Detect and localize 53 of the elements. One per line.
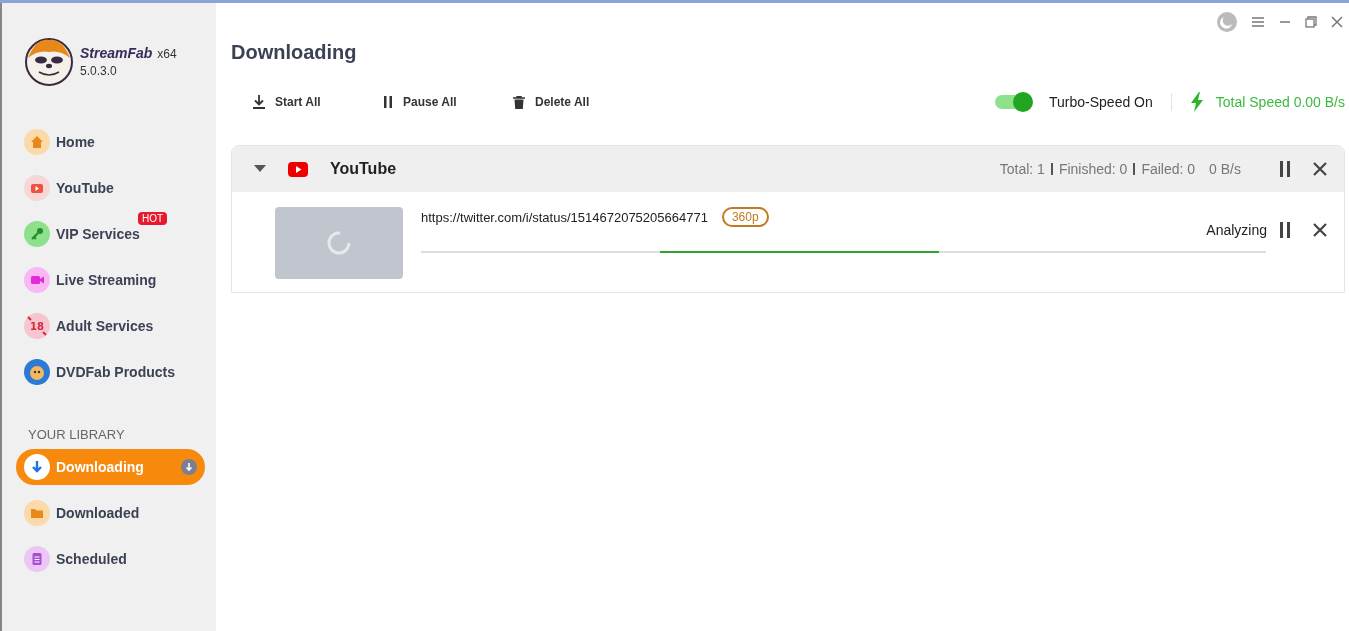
pause-icon [383,96,393,108]
group-speed: 0 B/s [1209,161,1241,177]
close-icon[interactable] [1313,162,1327,176]
house-icon [24,129,50,155]
nav-item[interactable]: DVDFab Products [16,359,205,385]
close-icon[interactable] [1313,223,1327,237]
group-stat: Failed: 0 [1141,161,1196,177]
hot-badge: HOT [138,212,168,225]
toolbar-button[interactable]: Delete All [513,95,643,109]
menu-icon[interactable] [1251,16,1265,28]
play-icon [24,175,50,201]
mascot-icon [24,359,50,385]
lightning-icon [1189,92,1204,112]
video-camera-icon [24,267,50,293]
app-name: StreamFab [80,44,153,61]
download-icon [24,454,50,480]
library-item[interactable]: Scheduled [16,546,205,572]
trash-icon [513,95,525,109]
app-edition: x64 [157,46,177,61]
crossed-18-icon: 18 [24,313,50,339]
item-status: Analyzing [1206,222,1267,238]
total-speed: Total Speed 0.00 B/s [1215,94,1345,110]
pause-icon[interactable] [1279,222,1291,238]
turbo-speed-toggle[interactable] [995,95,1032,109]
nav-item[interactable]: 18 Adult Services [16,313,205,339]
turbo-speed-label: Turbo-Speed On [1049,94,1153,110]
key-icon [24,221,50,247]
spinner-icon [326,230,352,256]
video-url: https://twitter.com/i/status/1514672075205664771 [421,209,708,225]
clipboard-icon [24,546,50,572]
caret-icon[interactable] [254,165,266,173]
group-name: YouTube [330,160,397,178]
folder-icon [24,500,50,526]
nav-item[interactable]: YouTube [16,175,205,201]
page-title: Downloading [231,41,358,64]
stat-separator [1133,163,1136,175]
library-item[interactable]: Downloaded [16,500,205,526]
close-icon[interactable] [1331,16,1343,28]
group-stat: Finished: 0 [1058,161,1128,177]
library-heading: YOUR LIBRARY [28,427,126,442]
pause-icon[interactable] [1279,161,1291,177]
download-icon [253,95,265,109]
nav-item[interactable]: Live Streaming [16,267,205,293]
quality-badge: 360p [721,207,769,227]
toolbar-button[interactable]: Start All [253,95,383,109]
restore-icon[interactable] [1305,16,1317,28]
stat-separator [1050,163,1053,175]
nav-item[interactable]: Home [16,129,205,155]
play-icon [288,161,308,177]
toolbar-button[interactable]: Pause All [383,95,513,109]
sloth-logo-icon [24,36,74,86]
group-stat: Total: 1 [999,161,1045,177]
app-version: 5.0.3.0 [80,63,118,78]
